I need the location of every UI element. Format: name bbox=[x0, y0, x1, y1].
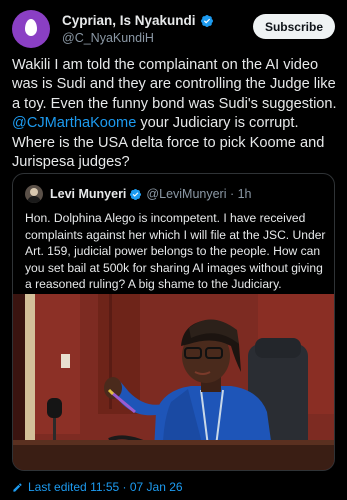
author-handle[interactable]: @C_NyaKundiH bbox=[62, 31, 154, 45]
photo-chair-top bbox=[255, 338, 301, 358]
tweet-footer[interactable]: Last edited 11:55 · 07 Jan 26 bbox=[12, 480, 183, 494]
quoted-handle-text: @LeviMunyeri bbox=[146, 187, 227, 201]
quoted-author-name[interactable]: Levi Munyeri bbox=[50, 187, 126, 201]
photo-hand bbox=[104, 377, 122, 399]
verified-badge-icon bbox=[200, 14, 213, 27]
separator-dot: · bbox=[226, 187, 238, 201]
avatar-body-shape bbox=[27, 196, 41, 203]
author-avatar[interactable] bbox=[12, 10, 50, 48]
quoted-tweet-header: Levi Munyeri @LeviMunyeri · 1h bbox=[25, 185, 252, 203]
photo-mic-head bbox=[47, 398, 62, 418]
subscribe-button[interactable]: Subscribe bbox=[252, 14, 335, 39]
tweet-text-part: Wakili I am told the complainant on the … bbox=[12, 57, 337, 112]
photo-desk bbox=[13, 442, 334, 470]
edit-time: 11:55 bbox=[90, 480, 120, 494]
verified-badge-icon bbox=[130, 188, 142, 200]
author-name-row: Cyprian, Is Nyakundi bbox=[62, 13, 214, 28]
mention-link[interactable]: @CJMarthaKoome bbox=[12, 115, 136, 131]
quoted-timestamp[interactable]: 1h bbox=[238, 187, 252, 201]
quoted-tweet-card[interactable]: Levi Munyeri @LeviMunyeri · 1h Hon. Dolp… bbox=[12, 173, 335, 471]
quoted-tweet-text: Hon. Dolphina Alego is incompetent. I ha… bbox=[25, 211, 326, 292]
quoted-author-avatar[interactable] bbox=[25, 185, 43, 203]
photo-door-frame bbox=[25, 294, 35, 444]
photo-light-switch bbox=[61, 354, 70, 368]
quoted-author-handle[interactable]: @LeviMunyeri · 1h bbox=[146, 187, 251, 201]
last-edited-label: Last edited bbox=[28, 480, 87, 494]
last-edited-link[interactable]: Last edited 11:55 · 07 Jan 26 bbox=[28, 480, 183, 494]
author-display-name[interactable]: Cyprian, Is Nyakundi bbox=[62, 13, 196, 28]
pencil-icon bbox=[13, 482, 22, 492]
edit-date: 07 Jan 26 bbox=[129, 480, 183, 494]
avatar-head-shape bbox=[30, 188, 38, 196]
avatar-logo bbox=[25, 19, 37, 36]
quoted-tweet-photo[interactable] bbox=[13, 294, 334, 470]
tweet-text: Wakili I am told the complainant on the … bbox=[12, 56, 342, 172]
separator-dot: · bbox=[119, 480, 130, 494]
tweet-header: Cyprian, Is Nyakundi @C_NyaKundiH Subscr… bbox=[12, 10, 335, 50]
photo-desk-edge bbox=[13, 440, 334, 445]
courtroom-image bbox=[13, 294, 334, 470]
